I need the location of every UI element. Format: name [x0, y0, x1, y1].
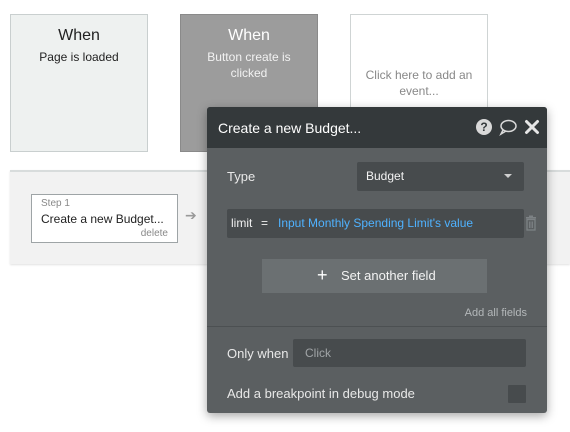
set-another-field-button[interactable]: + Set another field: [262, 259, 487, 293]
field-assignment-row: limit = Input Monthly Spending Limit's v…: [227, 209, 524, 238]
add-all-fields-link[interactable]: Add all fields: [465, 307, 527, 319]
field-operator: =: [261, 216, 269, 230]
action-editor-panel: Create a new Budget... ? Type Budget lim…: [207, 107, 547, 413]
step-delete-link[interactable]: delete: [141, 228, 168, 239]
field-key[interactable]: limit: [231, 216, 252, 230]
arrow-right-icon: ➔: [185, 207, 197, 223]
step-name: Create a new Budget...: [41, 212, 164, 226]
add-event-label: Click here to add an event...: [365, 68, 473, 98]
field-expression[interactable]: Input Monthly Spending Limit's value: [278, 216, 473, 230]
panel-header: Create a new Budget... ?: [207, 107, 547, 148]
event-when-label: When: [58, 27, 100, 44]
event-description: Button create is clicked: [207, 50, 291, 80]
svg-text:?: ?: [480, 120, 487, 134]
set-another-field-label: Set another field: [341, 268, 436, 283]
divider: [207, 326, 547, 327]
panel-title: Create a new Budget...: [218, 120, 362, 136]
help-icon[interactable]: ?: [475, 118, 493, 136]
only-when-placeholder: Click: [305, 346, 331, 360]
type-label: Type: [227, 169, 256, 184]
only-when-input[interactable]: Click: [293, 339, 526, 367]
type-select[interactable]: Budget: [357, 162, 524, 191]
step-number: Step 1: [41, 198, 70, 209]
close-icon[interactable]: [523, 118, 541, 136]
trash-icon[interactable]: [525, 215, 537, 231]
breakpoint-label: Add a breakpoint in debug mode: [227, 386, 415, 401]
event-page-loaded[interactable]: When Page is loaded: [10, 14, 148, 152]
event-description: Page is loaded: [39, 50, 119, 64]
chevron-down-icon: [504, 174, 512, 178]
type-select-value: Budget: [366, 169, 405, 183]
plus-icon: +: [317, 265, 328, 285]
workflow-step-1[interactable]: Step 1 Create a new Budget... delete: [31, 194, 178, 243]
only-when-label: Only when: [227, 346, 289, 361]
breakpoint-checkbox[interactable]: [508, 385, 526, 403]
event-when-label: When: [228, 27, 270, 44]
panel-toolbar: ?: [475, 118, 541, 136]
comment-icon[interactable]: [499, 118, 517, 136]
